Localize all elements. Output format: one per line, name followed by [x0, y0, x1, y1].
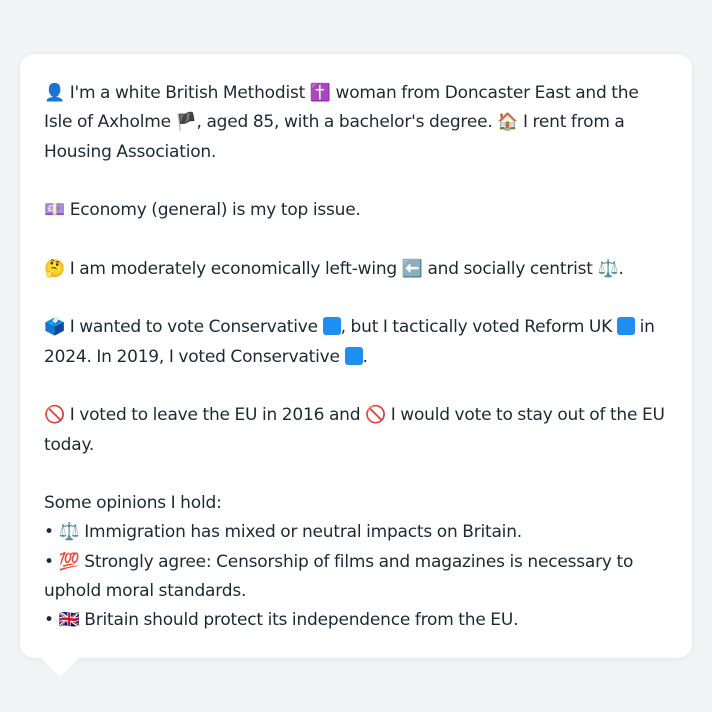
- opinions-heading: Some opinions I hold:: [44, 493, 222, 514]
- opinion-text: Britain should protect its independence …: [84, 610, 519, 631]
- bullet: •: [44, 522, 54, 543]
- balance-scale-icon: ⚖️: [597, 258, 619, 279]
- hundred-points-icon: 💯: [58, 551, 80, 572]
- house-icon: 🏠: [497, 112, 519, 133]
- england-flag-icon: 🏴: [175, 112, 197, 133]
- ideology-text-2: and socially centrist: [427, 258, 593, 279]
- bullet: •: [44, 610, 54, 631]
- opinion-item: • 🇬🇧 Britain should protect its independ…: [44, 606, 668, 635]
- opinion-item: • 💯 Strongly agree: Censorship of films …: [44, 548, 668, 607]
- vote-text-2: , but I tactically voted Reform UK: [340, 317, 613, 338]
- ideology-paragraph: 🤔 I am moderately economically left-wing…: [44, 255, 668, 284]
- money-icon: 💷: [44, 200, 65, 221]
- vote-paragraph: 🗳️ I wanted to vote Conservative , but I…: [44, 313, 668, 372]
- opinion-item: • ⚖️ Immigration has mixed or neutral im…: [44, 518, 668, 547]
- thinking-face-icon: 🤔: [44, 258, 65, 279]
- ballot-box-icon: 🗳️: [44, 317, 65, 338]
- opinion-text: Strongly agree: Censorship of films and …: [44, 551, 634, 602]
- ideology-text-3: .: [618, 258, 624, 279]
- message-bubble: 👤 I'm a white British Methodist ✝️ woman…: [20, 54, 692, 658]
- vote-text-1: I wanted to vote Conservative: [69, 317, 318, 338]
- conservative-2019-color-swatch: [344, 346, 363, 365]
- balance-scale-icon: ⚖️: [58, 522, 80, 543]
- vote-text-4: .: [362, 346, 368, 367]
- identity-text-3: , aged 85, with a bachelor's degree.: [196, 112, 493, 133]
- left-arrow-icon: ⬅️: [401, 258, 423, 279]
- issue-text: Economy (general) is my top issue.: [69, 200, 361, 221]
- brexit-paragraph: 🚫 I voted to leave the EU in 2016 and 🚫 …: [44, 401, 668, 460]
- bubble-tail: [40, 657, 80, 677]
- conservative-color-swatch: [322, 317, 341, 336]
- cross-icon: ✝️: [309, 83, 331, 103]
- prohibited-icon: 🚫: [365, 405, 387, 426]
- opinion-text: Immigration has mixed or neutral impacts…: [84, 522, 522, 543]
- issue-paragraph: 💷 Economy (general) is my top issue.: [44, 196, 668, 225]
- bullet: •: [44, 551, 54, 572]
- reform-color-swatch: [616, 317, 635, 336]
- brexit-text-1: I voted to leave the EU in 2016 and: [69, 405, 361, 426]
- person-icon: 👤: [44, 83, 65, 103]
- identity-text-1: I'm a white British Methodist: [69, 83, 306, 103]
- ideology-text-1: I am moderately economically left-wing: [69, 258, 398, 279]
- uk-flag-icon: 🇬🇧: [58, 610, 80, 631]
- prohibited-icon: 🚫: [44, 405, 65, 426]
- identity-paragraph: 👤 I'm a white British Methodist ✝️ woman…: [44, 79, 668, 167]
